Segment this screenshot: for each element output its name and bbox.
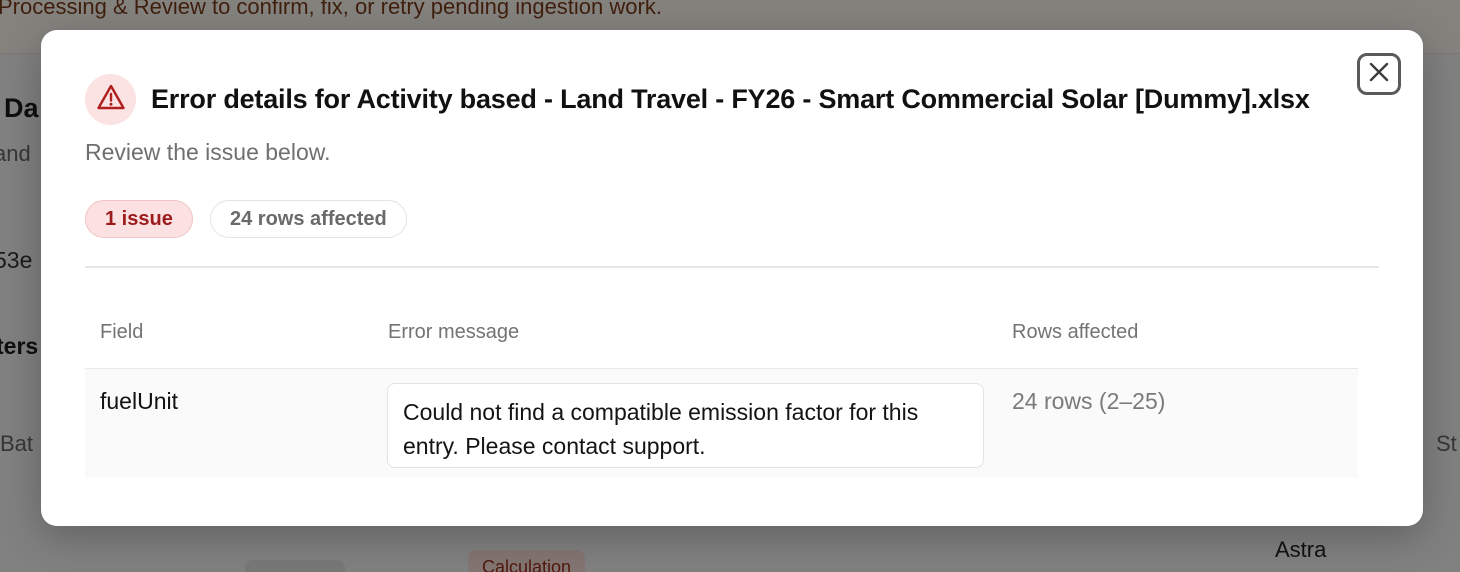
- rows-affected-badge: 24 rows affected: [210, 200, 407, 238]
- rows-affected-cell: 24 rows (2–25): [1012, 388, 1166, 414]
- dialog-subtitle: Review the issue below.: [85, 139, 331, 165]
- column-header-error-message: Error message: [388, 321, 520, 343]
- warning-badge: [85, 74, 136, 125]
- warning-triangle-icon: [96, 83, 126, 116]
- divider: [85, 266, 1379, 268]
- issue-count-badge: 1 issue: [85, 200, 193, 238]
- dialog-title: Error details for Activity based - Land …: [151, 84, 1310, 114]
- error-details-dialog: Error details for Activity based - Land …: [41, 30, 1423, 526]
- close-icon: [1368, 61, 1390, 88]
- error-message-cell[interactable]: Could not find a compatible emission fac…: [387, 383, 984, 468]
- field-name-cell: fuelUnit: [100, 388, 178, 414]
- close-button[interactable]: [1357, 53, 1401, 95]
- column-header-rows-affected: Rows affected: [1012, 321, 1139, 343]
- column-header-field: Field: [100, 321, 144, 343]
